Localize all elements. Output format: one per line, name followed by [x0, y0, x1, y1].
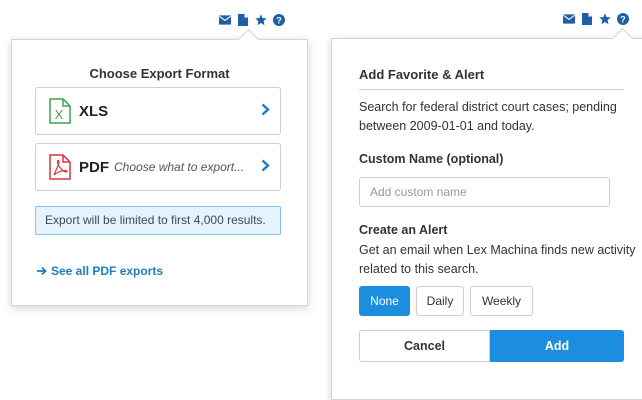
document-icon[interactable]: [581, 13, 593, 25]
xls-file-icon: X: [49, 98, 71, 124]
divider: [359, 89, 624, 90]
frequency-none-button[interactable]: None: [359, 286, 410, 316]
help-icon[interactable]: ?: [273, 14, 285, 26]
arrow-right-icon: [37, 266, 47, 276]
add-button[interactable]: Add: [490, 330, 624, 362]
see-all-pdf-exports-label: See all PDF exports: [51, 264, 164, 278]
popover-caret: [611, 27, 634, 50]
create-alert-description: Get an email when Lex Machina finds new …: [359, 243, 636, 276]
svg-text:?: ?: [276, 15, 282, 25]
custom-name-input[interactable]: [359, 177, 610, 207]
chevron-right-icon: [261, 103, 270, 116]
svg-text:?: ?: [620, 14, 626, 24]
toolbar-right: ?: [563, 13, 629, 25]
document-icon[interactable]: [237, 14, 249, 26]
favorite-alert-popover: Add Favorite & Alert Search for federal …: [331, 27, 642, 400]
search-description: Search for federal district court cases;…: [359, 100, 617, 133]
popover-caret: [237, 28, 260, 51]
export-format-popover: Choose Export Format X XLS PDF Choose wh…: [11, 28, 308, 306]
custom-name-label: Custom Name (optional): [359, 152, 504, 166]
frequency-daily-button[interactable]: Daily: [416, 286, 464, 316]
cancel-button[interactable]: Cancel: [359, 330, 490, 362]
star-icon[interactable]: [599, 13, 611, 25]
envelope-icon[interactable]: [563, 13, 575, 25]
create-alert-label: Create an Alert: [359, 223, 448, 237]
toolbar-left: ?: [219, 14, 285, 26]
export-xls-label: XLS: [79, 102, 109, 120]
svg-text:X: X: [55, 107, 64, 122]
export-pdf-option[interactable]: PDF Choose what to export...: [35, 143, 281, 191]
frequency-weekly-button[interactable]: Weekly: [470, 286, 533, 316]
export-limit-notice: Export will be limited to first 4,000 re…: [35, 206, 281, 235]
chevron-right-icon: [261, 159, 270, 172]
alert-title: Add Favorite & Alert: [359, 67, 485, 82]
export-title: Choose Export Format: [89, 66, 230, 81]
envelope-icon[interactable]: [219, 14, 231, 26]
help-icon[interactable]: ?: [617, 13, 629, 25]
star-icon[interactable]: [255, 14, 267, 26]
pdf-file-icon: [49, 154, 71, 180]
export-xls-option[interactable]: X XLS: [35, 87, 281, 135]
export-pdf-label: PDF: [79, 158, 109, 176]
export-pdf-hint: Choose what to export...: [114, 160, 245, 174]
see-all-pdf-exports-link[interactable]: See all PDF exports: [37, 264, 163, 278]
